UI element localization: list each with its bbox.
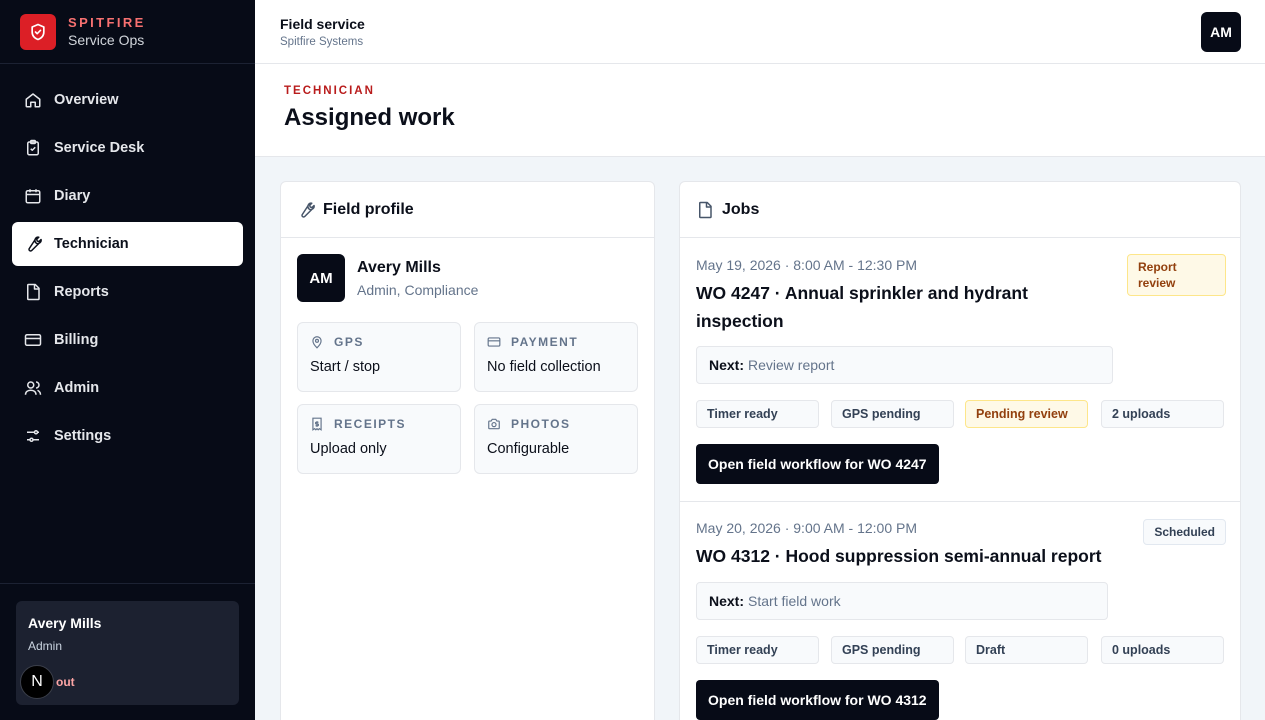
calendar-icon	[24, 187, 42, 205]
sidebar-item-label: Billing	[54, 332, 99, 348]
sign-out-link[interactable]: out	[56, 675, 75, 689]
sidebar-item-technician[interactable]: Technician	[12, 222, 243, 266]
sidebar-item-label: Diary	[54, 188, 91, 204]
job-title[interactable]: WO 4247 · Annual sprinkler and hydrant i…	[696, 279, 1028, 335]
next-step: Next: Review report	[696, 346, 1113, 384]
next-step: Next: Start field work	[696, 582, 1108, 620]
review-pill: Pending review	[965, 400, 1088, 428]
user-role: Admin	[28, 639, 63, 653]
next-label: Next:	[709, 593, 745, 609]
sidebar-item-label: Technician	[54, 236, 129, 252]
document-icon	[24, 283, 42, 301]
gps-pill: GPS pending	[831, 636, 954, 664]
tile-label: GPS	[334, 335, 364, 349]
tile-value: Upload only	[310, 441, 387, 457]
sidebar-item-billing[interactable]: Billing	[12, 318, 243, 362]
gps-tile: GPS Start / stop	[297, 322, 461, 392]
page-header: TECHNICIAN Assigned work	[255, 64, 1265, 157]
sidebar-item-label: Admin	[54, 380, 100, 396]
next-label: Next:	[709, 357, 745, 373]
next-value: Review report	[748, 357, 835, 373]
brand-subtitle: Service Ops	[68, 31, 145, 48]
tile-value: No field collection	[487, 359, 601, 375]
avatar: AM	[297, 254, 345, 302]
sidebar-item-reports[interactable]: Reports	[12, 270, 243, 314]
profile-role: Admin, Compliance	[357, 281, 479, 298]
jobs-card: Jobs May 19, 2026 · 8:00 AM - 12:30 PM W…	[679, 181, 1241, 720]
job-title-line: inspection	[696, 311, 784, 331]
profile-summary: AM Avery Mills Admin, Compliance	[297, 254, 478, 302]
card-title: Field profile	[323, 200, 414, 218]
card-header: Field profile	[281, 182, 654, 238]
job-title-line: WO 4247 · Annual sprinkler and hydrant	[696, 283, 1028, 303]
sidebar-item-label: Reports	[54, 284, 109, 300]
open-workflow-button[interactable]: Open field workflow for WO 4247	[696, 444, 939, 484]
job-title[interactable]: WO 4312 · Hood suppression semi-annual r…	[696, 542, 1102, 570]
sliders-icon	[24, 427, 42, 445]
sidebar: SPITFIRE Service Ops Overview Service De…	[0, 0, 255, 720]
app-title: Field service	[280, 16, 365, 32]
uploads-pill: 0 uploads	[1101, 636, 1224, 664]
home-icon	[24, 91, 42, 109]
sidebar-item-admin[interactable]: Admin	[12, 366, 243, 410]
credit-card-icon	[487, 335, 501, 349]
wrench-icon	[297, 201, 315, 219]
sidebar-item-settings[interactable]: Settings	[12, 414, 243, 458]
org-name: Spitfire Systems	[280, 36, 364, 48]
page-title: Assigned work	[284, 104, 455, 131]
profile-name: Avery Mills	[357, 258, 441, 276]
uploads-pill: 2 uploads	[1101, 400, 1224, 428]
draft-pill: Draft	[965, 636, 1088, 664]
job-date: May 20, 2026 · 9:00 AM - 12:00 PM	[696, 520, 918, 536]
document-icon	[696, 201, 714, 219]
card-header: Jobs	[680, 182, 1240, 238]
sidebar-footer: Avery Mills Admin out	[0, 583, 255, 720]
page-eyebrow: TECHNICIAN	[284, 85, 375, 97]
sidebar-item-label: Service Desk	[54, 140, 145, 156]
tile-label: RECEIPTS	[334, 417, 407, 431]
gps-pill: GPS pending	[831, 400, 954, 428]
tile-value: Start / stop	[310, 359, 381, 375]
clipboard-icon	[24, 139, 42, 157]
camera-icon	[487, 417, 501, 431]
job-item: May 20, 2026 · 9:00 AM - 12:00 PM WO 431…	[680, 501, 1240, 720]
sidebar-item-label: Settings	[54, 428, 112, 444]
credit-card-icon	[24, 331, 42, 349]
status-badge: Scheduled	[1143, 519, 1226, 545]
user-name: Avery Mills	[28, 615, 102, 631]
tile-label: PAYMENT	[511, 335, 579, 349]
status-badge: Report review	[1127, 254, 1226, 296]
next-value: Start field work	[748, 593, 841, 609]
avatar[interactable]: AM	[1201, 12, 1241, 52]
brand-name: SPITFIRE	[68, 14, 146, 30]
topbar: Field service Spitfire Systems AM	[255, 0, 1265, 64]
tile-label: PHOTOS	[511, 417, 571, 431]
tile-value: Configurable	[487, 441, 570, 457]
payment-tile: PAYMENT No field collection	[474, 322, 638, 392]
receipt-icon	[310, 417, 324, 431]
timer-pill: Timer ready	[696, 400, 819, 428]
open-workflow-button[interactable]: Open field workflow for WO 4312	[696, 680, 939, 720]
timer-pill: Timer ready	[696, 636, 819, 664]
dev-tools-badge[interactable]: N	[20, 665, 54, 699]
job-title-line: WO 4312 · Hood suppression semi-annual r…	[696, 546, 1102, 566]
field-profile-card: Field profile AM Avery Mills Admin, Comp…	[280, 181, 655, 720]
photos-tile: PHOTOS Configurable	[474, 404, 638, 474]
shield-icon	[20, 13, 56, 50]
sidebar-item-overview[interactable]: Overview	[12, 78, 243, 122]
wrench-icon	[24, 235, 42, 253]
card-title: Jobs	[722, 200, 760, 218]
sidebar-item-label: Overview	[54, 92, 119, 108]
job-date: May 19, 2026 · 8:00 AM - 12:30 PM	[696, 257, 918, 273]
map-pin-icon	[310, 335, 324, 349]
sidebar-nav: Overview Service Desk Diary Technician R…	[12, 78, 243, 462]
receipts-tile: RECEIPTS Upload only	[297, 404, 461, 474]
users-icon	[24, 379, 42, 397]
sidebar-item-service-desk[interactable]: Service Desk	[12, 126, 243, 170]
brand[interactable]: SPITFIRE Service Ops	[0, 0, 255, 64]
sidebar-item-diary[interactable]: Diary	[12, 174, 243, 218]
job-item: May 19, 2026 · 8:00 AM - 12:30 PM WO 424…	[680, 238, 1240, 501]
